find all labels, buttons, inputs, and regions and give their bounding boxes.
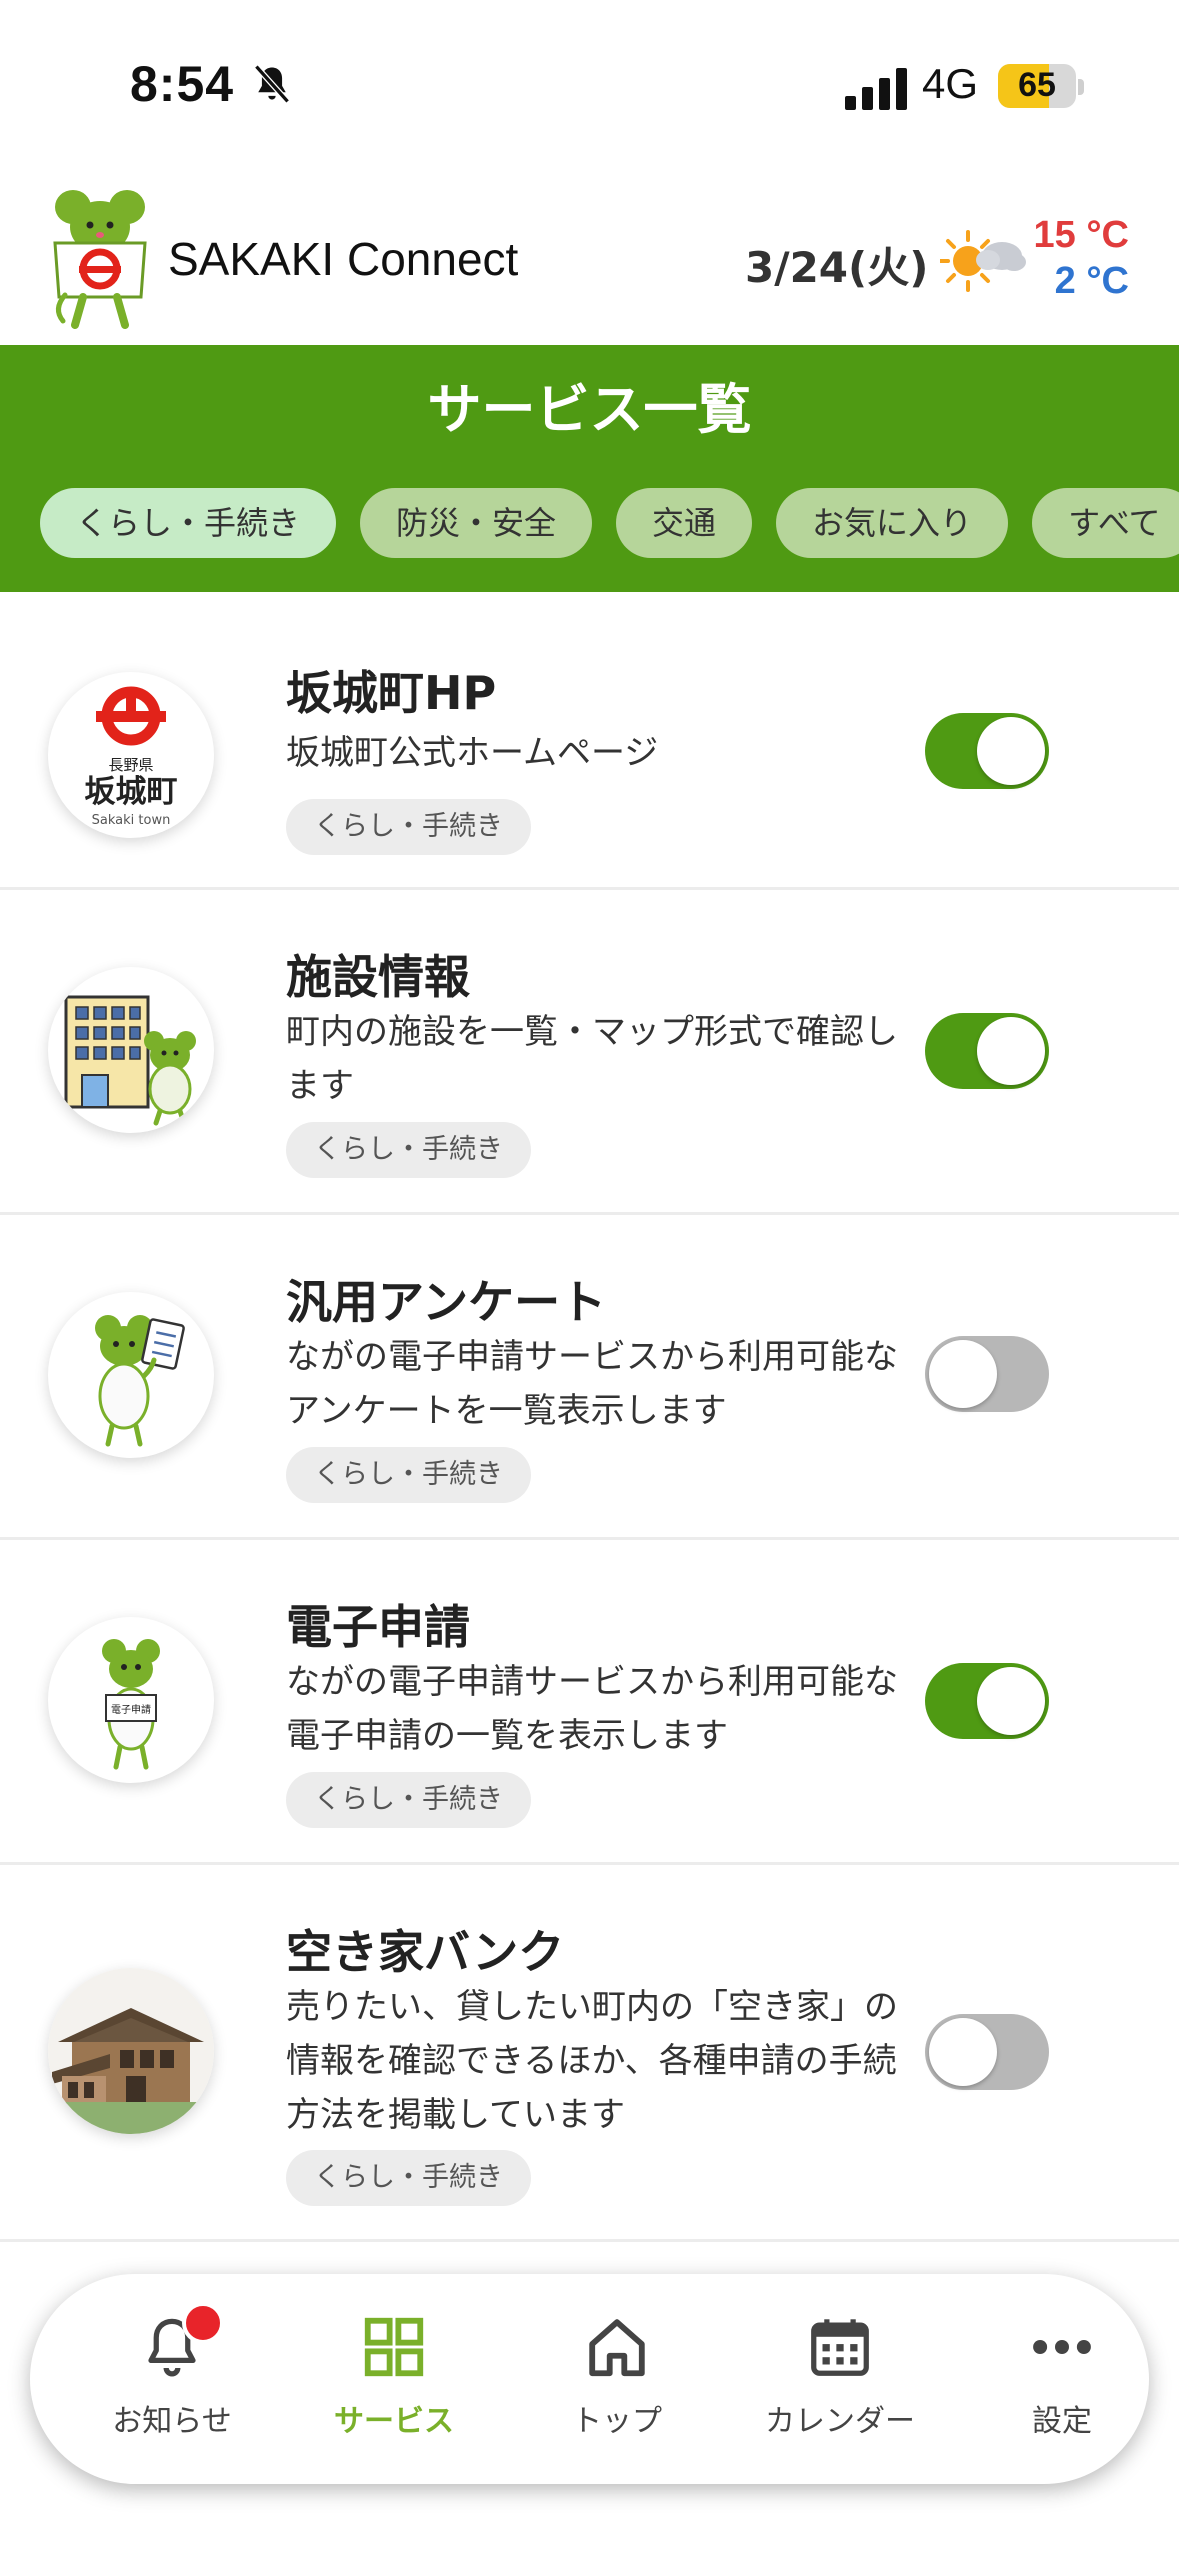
service-category-tag: くらし・手続き <box>286 1772 531 1828</box>
service-toggle[interactable] <box>925 713 1049 789</box>
application-mascot-icon: 電子申請 <box>48 1617 214 1783</box>
vacant-house-icon <box>48 1968 214 2134</box>
status-time: 8:54 <box>130 56 235 112</box>
temperature-low: 2 °C <box>1054 260 1129 302</box>
app-title: SAKAKI Connect <box>168 233 519 285</box>
service-category-tag: くらし・手続き <box>286 799 531 855</box>
nav-label: 設定 <box>1032 2404 1092 2439</box>
header-date: 3/24(火) <box>745 243 929 292</box>
status-bar: 8:54 4G 65 <box>0 0 1179 170</box>
nav-label: サービス <box>334 2404 454 2439</box>
bell-muted-icon <box>254 64 290 104</box>
service-toggle[interactable] <box>925 1663 1049 1739</box>
battery-indicator: 65 <box>998 64 1076 108</box>
category-tabs: くらし・手続き 防災・安全 交通 お気に入り すべて <box>40 488 1179 558</box>
town-emblem-icon: 長野県 坂城町 Sakaki town <box>48 672 214 838</box>
service-category-tag: くらし・手続き <box>286 1447 531 1503</box>
service-item-e-application[interactable]: 電子申請 電子申請 ながの電子申請サービスから利用可能な電子申請の一覧を表示しま… <box>0 1539 1179 1865</box>
more-icon <box>1033 2340 1091 2354</box>
toggle-knob <box>977 1667 1045 1735</box>
battery-cap <box>1078 79 1084 95</box>
logo-town-name: 坂城町 <box>85 774 178 810</box>
service-category-tag: くらし・手続き <box>286 2150 531 2206</box>
tab-living[interactable]: くらし・手続き <box>40 488 337 558</box>
network-type: 4G <box>922 60 979 107</box>
nav-services[interactable]: サービス <box>282 2274 506 2484</box>
tab-all[interactable]: すべて <box>1032 488 1179 558</box>
service-item-town-hp[interactable]: 長野県 坂城町 Sakaki town 坂城町HP 坂城町公式ホームページ くら… <box>0 592 1179 890</box>
services-panel: サービス一覧 くらし・手続き 防災・安全 交通 お気に入り すべて <box>0 345 1179 592</box>
service-category-tag: くらし・手続き <box>286 1122 531 1178</box>
service-description: 坂城町公式ホームページ <box>286 733 659 773</box>
tab-disaster-safety[interactable]: 防災・安全 <box>360 488 593 558</box>
toggle-knob <box>977 1017 1045 1085</box>
toggle-knob <box>929 2018 997 2086</box>
service-toggle[interactable] <box>925 1013 1049 1089</box>
grid-icon <box>364 2317 424 2377</box>
calendar-icon <box>811 2319 869 2376</box>
page-title: サービス一覧 <box>427 378 752 441</box>
service-title: 汎用アンケート <box>286 1275 607 1329</box>
partly-cloudy-icon <box>940 230 1026 292</box>
service-title: 空き家バンク <box>286 1925 565 1979</box>
toggle-knob <box>977 717 1045 785</box>
service-title: 電子申請 <box>286 1600 470 1654</box>
nav-label: お知らせ <box>112 2404 232 2439</box>
service-toggle[interactable] <box>925 1336 1049 1412</box>
home-icon <box>589 2319 645 2377</box>
service-title: 施設情報 <box>286 950 470 1004</box>
service-title: 坂城町HP <box>286 666 497 720</box>
logo-prefecture-text: 長野県 <box>108 756 153 774</box>
nav-calendar[interactable]: カレンダー <box>728 2274 952 2484</box>
clipboard-mascot-icon <box>48 1292 214 1458</box>
service-item-survey[interactable]: 汎用アンケート ながの電子申請サービスから利用可能なアンケートを一覧表示します … <box>0 1214 1179 1540</box>
building-mascot-icon <box>48 967 214 1133</box>
bottom-navigation: お知らせ サービス トップ カレンダー 設定 <box>30 2274 1149 2484</box>
mascot-logo-icon[interactable] <box>45 185 155 335</box>
signal-icon <box>845 68 907 110</box>
temperature-high: 15 °C <box>1033 214 1129 256</box>
nav-label: カレンダー <box>765 2404 915 2439</box>
service-description: ながの電子申請サービスから利用可能なアンケートを一覧表示します <box>286 1337 898 1431</box>
tab-transport[interactable]: 交通 <box>616 488 753 558</box>
service-description: 売りたい、貸したい町内の「空き家」の情報を確認できるほか、各種申請の手続方法を掲… <box>286 1987 898 2135</box>
nav-settings[interactable]: 設定 <box>950 2274 1174 2484</box>
service-description: 町内の施設を一覧・マップ形式で確認します <box>286 1012 898 1106</box>
notification-badge <box>182 2302 224 2344</box>
nav-notifications[interactable]: お知らせ <box>60 2274 284 2484</box>
nav-top[interactable]: トップ <box>505 2274 729 2484</box>
app-header: SAKAKI Connect 3/24(火) 15 °C 2 °C <box>0 170 1179 345</box>
service-toggle[interactable] <box>925 2014 1049 2090</box>
service-description: ながの電子申請サービスから利用可能な電子申請の一覧を表示します <box>286 1662 898 1756</box>
sign-text: 電子申請 <box>111 1703 151 1716</box>
toggle-knob <box>929 1340 997 1408</box>
tab-favorites[interactable]: お気に入り <box>776 488 1009 558</box>
service-item-facilities[interactable]: 施設情報 町内の施設を一覧・マップ形式で確認します くらし・手続き <box>0 889 1179 1215</box>
battery-level: 65 <box>1018 66 1056 104</box>
logo-town-latin: Sakaki town <box>92 813 171 828</box>
service-item-vacant-house[interactable]: 空き家バンク 売りたい、貸したい町内の「空き家」の情報を確認できるほか、各種申請… <box>0 1864 1179 2242</box>
nav-label: トップ <box>572 2404 662 2439</box>
